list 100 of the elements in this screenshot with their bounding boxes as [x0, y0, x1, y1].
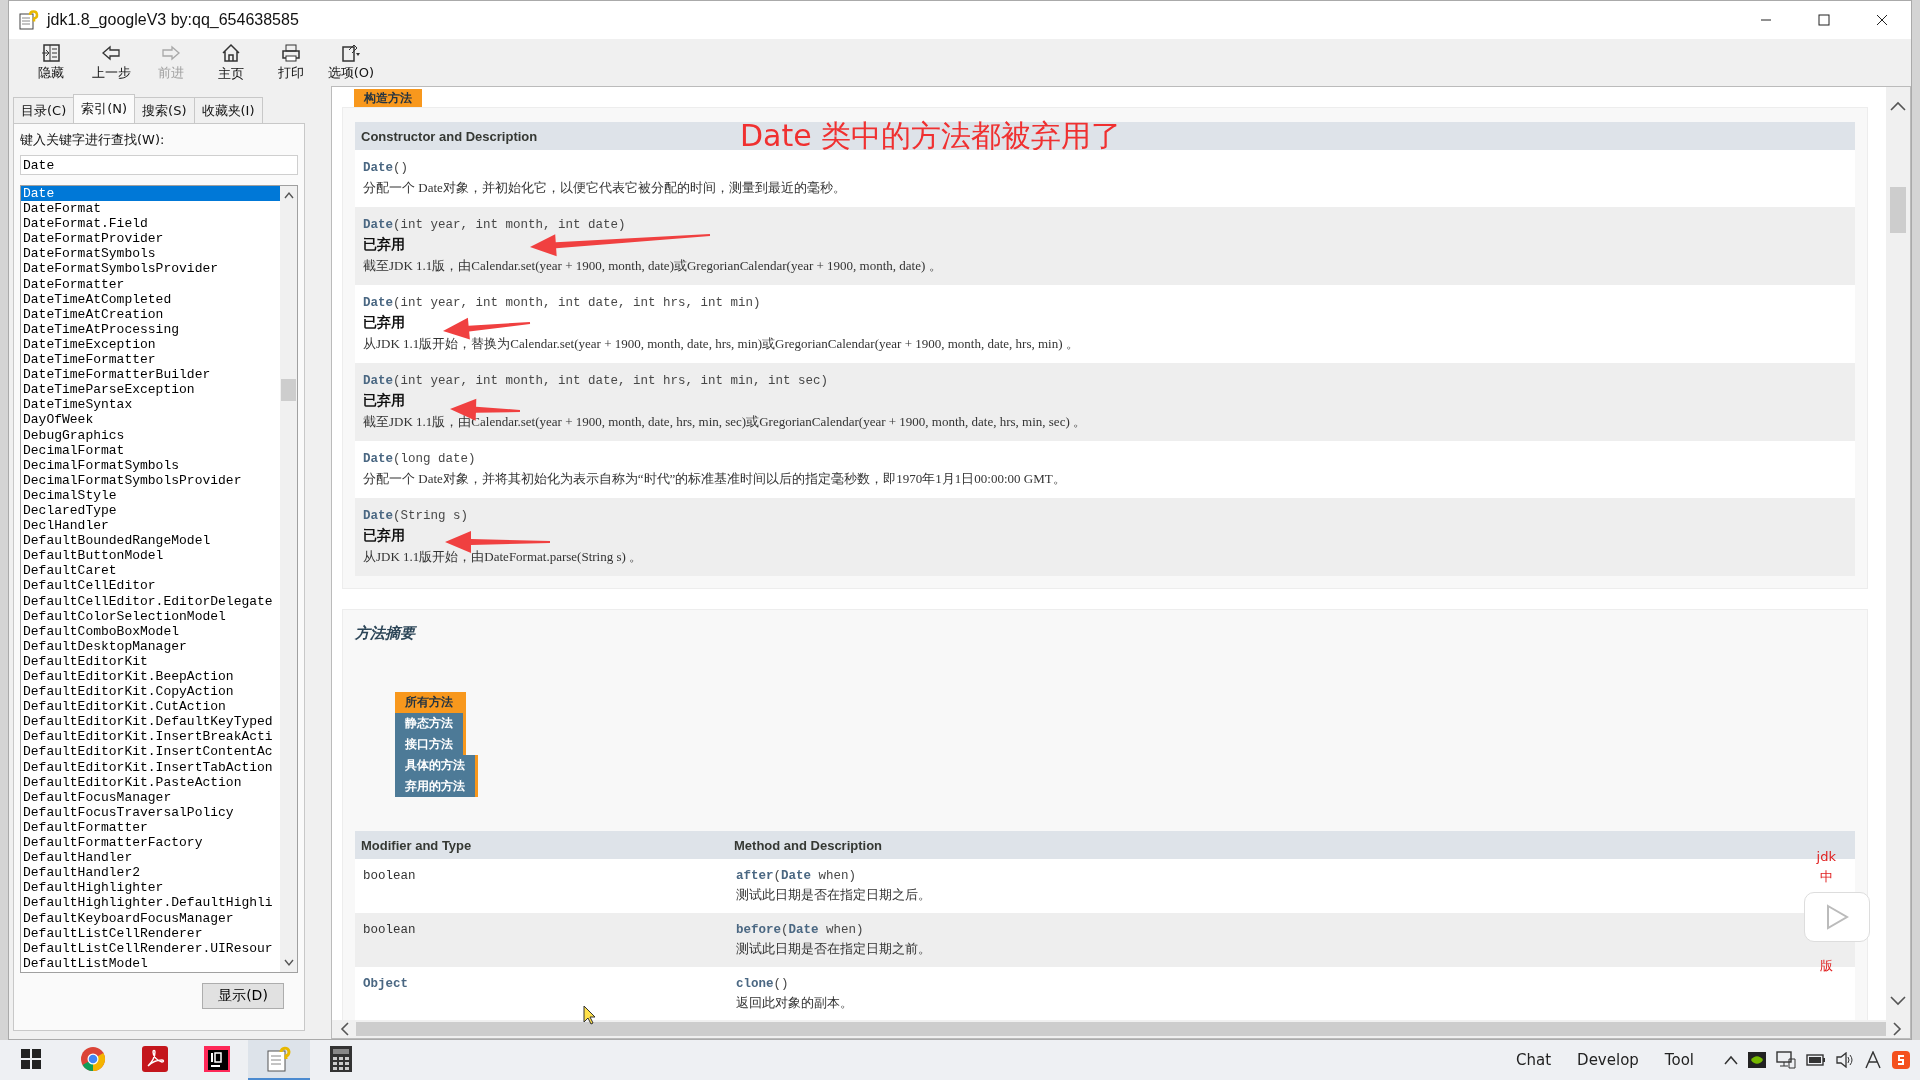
list-item[interactable]: DefaultListCellRenderer.UIResour — [21, 940, 280, 956]
list-item[interactable]: DefaultHighlighter — [21, 880, 280, 896]
constructor-signature: Date(int year, int month, int date, int hrs, int min, int sec) — [363, 373, 830, 390]
tab[interactable]: 目录(C) — [13, 97, 75, 123]
list-item[interactable]: DefaultFormatterFactory — [21, 835, 280, 851]
list-item[interactable]: DefaultHighlighter.DefaultHighli — [21, 895, 280, 911]
list-item[interactable]: DebugGraphics — [21, 427, 280, 443]
horizontal-scrollbar[interactable] — [332, 1020, 1910, 1038]
list-item[interactable]: DefaultEditorKit.InsertContentAc — [21, 744, 280, 760]
method-filter-tab[interactable]: 具体的方法 — [395, 755, 478, 776]
scroll-down-icon[interactable] — [1890, 996, 1906, 1006]
windows-start-icon[interactable] — [21, 1049, 41, 1069]
toolbar-button[interactable]: 打印 — [261, 39, 321, 86]
network-icon[interactable] — [1776, 1051, 1796, 1069]
display-button[interactable]: 显示(D) — [202, 983, 284, 1009]
list-item[interactable]: DecimalFormatSymbols — [21, 457, 280, 473]
list-item[interactable]: DefaultButtonModel — [21, 548, 280, 564]
calculator-icon[interactable] — [330, 1046, 352, 1072]
method-filter-tab[interactable]: 所有方法 — [395, 692, 466, 713]
list-item[interactable]: DefaultFormatter — [21, 819, 280, 836]
list-item[interactable]: DateFormatProvider — [21, 231, 280, 247]
toolbar-label[interactable]: Tool — [1664, 1051, 1694, 1069]
close-icon — [1876, 14, 1888, 26]
scrollbar-thumb[interactable] — [281, 379, 296, 401]
volume-icon[interactable] — [1836, 1052, 1854, 1068]
list-item[interactable]: DeclaredType — [21, 502, 280, 519]
list-item[interactable]: DateFormat — [21, 201, 280, 217]
scroll-up-icon[interactable] — [283, 191, 294, 199]
constructor-signature: Date(int year, int month, int date, int hrs, int min) — [363, 295, 762, 312]
list-item[interactable]: DateTimeAtCompleted — [21, 291, 280, 307]
search-field[interactable]: Date — [20, 155, 298, 175]
constructor-description: 分配一个 Date对象，并初始化它，以便它代表它被分配的时间，测量到最近的毫秒。 — [363, 179, 847, 197]
list-item[interactable]: DeclHandler — [21, 518, 280, 534]
list-item[interactable]: DefaultCellEditor.EditorDelegate — [21, 593, 280, 609]
toolbar-label[interactable]: Develop — [1577, 1051, 1639, 1069]
column-header: Modifier and Type — [360, 837, 473, 853]
scroll-right-icon[interactable] — [1892, 1022, 1902, 1036]
scrollbar-thumb[interactable] — [356, 1022, 1886, 1036]
list-item[interactable]: DateTimeFormatterBuilder — [21, 367, 280, 383]
list-item[interactable]: DateTimeSyntax — [21, 397, 280, 413]
list-item[interactable]: DefaultEditorKit.BeepAction — [21, 669, 280, 685]
list-item[interactable]: DefaultFocusManager — [21, 789, 280, 805]
list-item[interactable]: DefaultHandler2 — [21, 865, 280, 881]
toolbar-label[interactable]: Chat — [1516, 1051, 1552, 1069]
list-item[interactable]: DefaultEditorKit.CutAction — [21, 699, 280, 715]
list-item[interactable]: DefaultComboBoxModel — [21, 623, 280, 639]
list-item[interactable]: DefaultEditorKit.PasteAction — [21, 774, 280, 790]
toolbar-button[interactable]: 选项(O) — [321, 39, 381, 86]
side-label: 版 — [1819, 957, 1833, 975]
scroll-left-icon[interactable] — [340, 1022, 350, 1036]
list-item[interactable]: DateFormatSymbols — [21, 246, 280, 262]
list-item[interactable]: DefaultListModel — [21, 955, 280, 971]
method-filter-tab[interactable]: 弃用的方法 — [395, 776, 478, 797]
list-item[interactable]: DecimalFormat — [21, 442, 280, 458]
scroll-up-icon[interactable] — [1890, 101, 1906, 111]
list-item[interactable]: Date — [21, 186, 280, 202]
list-item[interactable]: DecimalStyle — [21, 487, 280, 503]
list-item[interactable]: DefaultEditorKit.DefaultKeyTyped — [21, 714, 280, 730]
help-file-icon[interactable] — [266, 1046, 292, 1072]
list-item[interactable]: DateTimeAtProcessing — [21, 321, 280, 337]
list-item[interactable]: DefaultFocusTraversalPolicy — [21, 804, 280, 820]
list-item[interactable]: DefaultCaret — [21, 563, 280, 579]
list-item[interactable]: DecimalFormatSymbolsProvider — [21, 472, 280, 488]
toolbar-button[interactable]: 上一步 — [81, 39, 141, 86]
list-item[interactable]: DefaultCellEditor — [21, 578, 280, 594]
list-item[interactable]: DefaultHandler — [21, 850, 280, 866]
toolbar-button[interactable]: 主页 — [201, 39, 261, 86]
pdf-reader-icon[interactable] — [142, 1046, 168, 1072]
list-item[interactable]: DefaultEditorKit.CopyAction — [21, 684, 280, 700]
list-item[interactable]: DefaultEditorKit — [21, 653, 280, 669]
toolbar-button[interactable]: 隐藏 — [21, 39, 81, 86]
ide-icon[interactable] — [204, 1046, 230, 1072]
tab[interactable]: 索引(N) — [73, 94, 136, 123]
app-tray-icon[interactable] — [1892, 1051, 1910, 1069]
tab[interactable]: 收藏夹(I) — [193, 97, 263, 123]
graphics-tray-icon[interactable] — [1748, 1052, 1766, 1068]
list-item[interactable]: DefaultDesktopManager — [21, 638, 280, 654]
constructor-signature: Date(String s) — [363, 508, 470, 525]
list-item[interactable]: DefaultKeyboardFocusManager — [21, 910, 280, 926]
list-item[interactable]: DateTimeAtCreation — [21, 306, 280, 322]
scrollbar-thumb[interactable] — [1890, 187, 1906, 233]
method-filter-tab[interactable]: 静态方法 — [395, 713, 466, 734]
scroll-down-icon[interactable] — [283, 959, 294, 967]
list-item[interactable]: DateFormatSymbolsProvider — [21, 261, 280, 277]
list-item[interactable]: DateFormat.Field — [21, 216, 280, 232]
list-item[interactable]: DateTimeException — [21, 336, 280, 353]
list-item[interactable]: DefaultListCellRenderer — [21, 925, 280, 941]
method-filter-tab[interactable]: 接口方法 — [395, 734, 466, 755]
chevron-up-icon[interactable] — [1724, 1055, 1738, 1065]
list-item[interactable]: DefaultEditorKit.InsertBreakActi — [21, 729, 280, 745]
vertical-scrollbar[interactable] — [1886, 87, 1910, 1020]
list-item[interactable]: DateTimeFormatter — [21, 352, 280, 368]
list-item[interactable]: DefaultColorSelectionModel — [21, 608, 280, 624]
list-item[interactable]: DayOfWeek — [21, 412, 280, 428]
browser-icon[interactable] — [80, 1046, 106, 1072]
list-item[interactable]: DefaultBoundedRangeModel — [21, 533, 280, 549]
list-item[interactable]: DefaultEditorKit.InsertTabAction — [21, 759, 280, 775]
list-item[interactable]: DateTimeParseException — [21, 382, 280, 398]
battery-icon[interactable] — [1806, 1054, 1826, 1066]
list-item[interactable]: DateFormatter — [21, 276, 280, 292]
